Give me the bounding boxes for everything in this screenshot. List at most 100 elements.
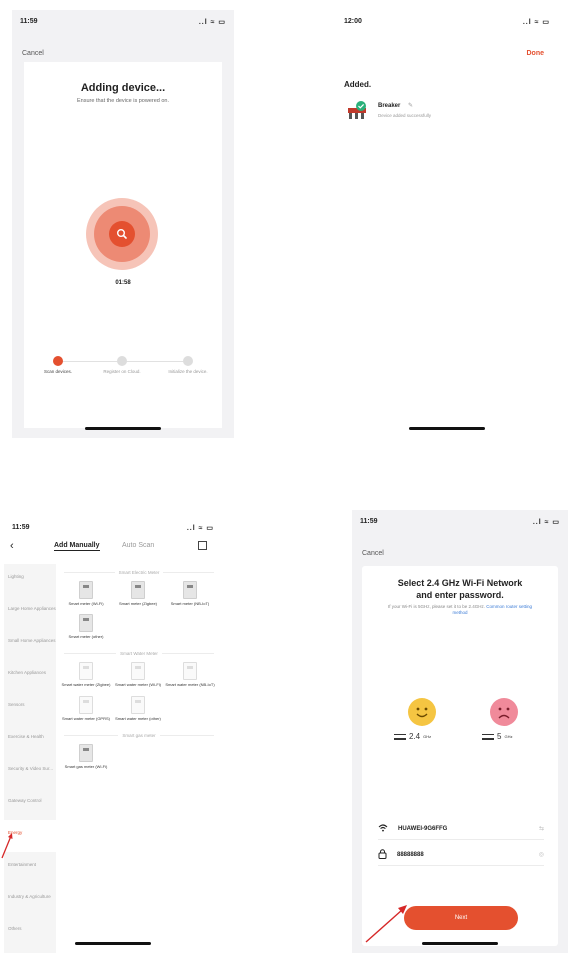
tab-auto-scan[interactable]: Auto Scan	[122, 542, 154, 549]
wifi-description: If your Wi-Fi is 5GHz, please set it to …	[387, 604, 533, 616]
screen-device-added: 12:00 ..l ≈ ▭ Done Added. Breaker ✎ Devi…	[336, 10, 558, 438]
step-dot	[183, 356, 193, 366]
page-title: Select 2.4 GHz Wi-Fi Network and enter p…	[397, 578, 523, 600]
status-icons: ..l ≈ ▭	[198, 19, 226, 26]
sidebar-item[interactable]: Kitchen Appliances	[4, 660, 56, 692]
sidebar-item[interactable]: Security & Video Sur...	[4, 756, 56, 788]
sidebar-item[interactable]: Large Home Appliances	[4, 596, 56, 628]
band-5ghz: 5 GHz	[482, 732, 512, 741]
eye-icon[interactable]: ◎	[539, 851, 544, 858]
home-indicator[interactable]	[75, 942, 151, 945]
breaker-device-icon	[346, 100, 368, 120]
sad-face-icon	[490, 698, 518, 726]
gas-meter-icon	[79, 743, 93, 762]
device-tile[interactable]: Smart meter (NB-IoT)	[164, 579, 216, 606]
happy-face-icon	[408, 698, 436, 726]
adding-card: Adding device... Ensure that the device …	[24, 62, 222, 428]
device-grid: Smart gas meter (Wi-Fi)	[60, 742, 218, 775]
device-tile[interactable]: Smart meter (Zigbee)	[112, 579, 164, 606]
status-time: 11:59	[360, 518, 378, 525]
home-indicator[interactable]	[409, 427, 485, 430]
device-tile[interactable]: Smart gas meter (Wi-Fi)	[60, 742, 112, 769]
wifi-password-field[interactable]: 88888888 ◎	[378, 844, 544, 866]
step-dot	[117, 356, 127, 366]
step-label: Register on Cloud.	[103, 369, 141, 374]
cancel-button[interactable]: Cancel	[362, 550, 384, 557]
home-indicator[interactable]	[85, 427, 161, 430]
page-title: Adding device...	[80, 82, 166, 94]
sidebar-item[interactable]: Small Home Appliances	[4, 628, 56, 660]
done-button[interactable]: Done	[527, 50, 545, 57]
device-grid: Smart water meter (Zigbee) Smart water m…	[60, 660, 218, 726]
swap-network-icon[interactable]: ⇆	[539, 825, 544, 832]
meter-icon	[79, 581, 93, 599]
section-title: Smart Electric Meter	[60, 570, 218, 575]
home-indicator[interactable]	[422, 942, 498, 945]
status-bar: 11:59 ..l ≈ ▭	[12, 10, 234, 32]
step-initialize: Initialize the device.	[166, 356, 210, 375]
device-tile[interactable]: Smart water meter (Wi-Fi)	[112, 660, 164, 687]
category-sidebar: Lighting Large Home Appliances Small Hom…	[4, 564, 56, 953]
band-24ghz: 2.4 GHz	[394, 732, 431, 741]
status-bar: 11:59 ..l ≈ ▭	[352, 510, 568, 532]
scan-qr-icon[interactable]	[198, 541, 207, 550]
screen-select-wifi: 11:59 ..l ≈ ▭ Cancel Select 2.4 GHz Wi-F…	[352, 510, 568, 953]
device-status: Device added successfully	[378, 113, 432, 118]
status-icons: ..l ≈ ▭	[522, 19, 550, 26]
status-time: 12:00	[344, 18, 362, 25]
device-tile[interactable]: Smart meter (other)	[60, 612, 112, 639]
back-chevron-icon[interactable]: ‹	[10, 540, 14, 552]
water-meter-icon	[131, 662, 145, 681]
edit-pencil-icon[interactable]: ✎	[408, 103, 413, 109]
sidebar-item[interactable]: Gateway Control	[4, 788, 56, 820]
pointer-arrow-icon	[1, 833, 13, 859]
scan-animation	[86, 198, 158, 270]
status-bar: 12:00 ..l ≈ ▭	[336, 10, 558, 32]
section-title: Smart Water Meter	[60, 651, 218, 656]
step-label: Initialize the device.	[168, 369, 208, 374]
sidebar-item[interactable]: Industry & Agriculture	[4, 884, 56, 916]
router-icon	[482, 733, 494, 740]
water-meter-icon	[183, 662, 197, 681]
step-label: Scan devices.	[43, 369, 72, 374]
device-name[interactable]: Breaker ✎	[378, 102, 413, 109]
cancel-button[interactable]: Cancel	[22, 50, 44, 57]
device-tile[interactable]: Smart water meter (NB-IoT)	[164, 660, 216, 687]
status-icons: ..l ≈ ▭	[532, 519, 560, 526]
device-tile[interactable]: Smart water meter (GPRS)	[60, 694, 112, 721]
device-tile[interactable]: Smart meter (Wi-Fi)	[60, 579, 112, 606]
router-icon	[394, 733, 406, 740]
screen-add-device: 11:59 ..l ≈ ▭ ‹ Add Manually Auto Scan L…	[4, 516, 222, 953]
device-tile[interactable]: Smart water meter (other)	[112, 694, 164, 721]
screen-adding-device: 11:59 ..l ≈ ▭ Cancel Adding device... En…	[12, 10, 234, 438]
sidebar-item[interactable]: Exercise & Health	[4, 724, 56, 756]
sidebar-item[interactable]: Lighting	[4, 564, 56, 596]
water-meter-icon	[131, 695, 145, 714]
wifi-icon	[378, 823, 388, 834]
sidebar-item[interactable]: Sensors	[4, 692, 56, 724]
page-subtitle: Ensure that the device is powered on.	[76, 98, 170, 104]
search-icon	[109, 221, 135, 247]
status-time: 11:59	[12, 524, 30, 531]
meter-icon	[131, 581, 145, 599]
wifi-card: Select 2.4 GHz Wi-Fi Network and enter p…	[362, 566, 558, 946]
page-title: Added.	[344, 80, 372, 89]
section-title: Smart gas meter	[60, 733, 218, 738]
password-value: 88888888	[397, 851, 424, 858]
ssid-value: HUAWEI-9G6FFG	[398, 825, 448, 832]
sidebar-item[interactable]: Others	[4, 916, 56, 948]
device-grid: Smart meter (Wi-Fi) Smart meter (Zigbee)…	[60, 579, 218, 645]
status-icons: ..l ≈ ▭	[186, 525, 214, 532]
next-button[interactable]: Next	[404, 906, 518, 930]
progress-steps: Scan devices. Register on Cloud. Initial…	[42, 356, 208, 396]
device-catalog: Smart Electric Meter Smart meter (Wi-Fi)…	[60, 564, 218, 953]
device-tile[interactable]: Smart water meter (Zigbee)	[60, 660, 112, 687]
step-dot	[53, 356, 63, 366]
status-time: 11:59	[20, 18, 38, 25]
tab-add-manually[interactable]: Add Manually	[54, 542, 100, 551]
countdown-timer: 01:58	[115, 280, 131, 286]
wifi-ssid-field[interactable]: HUAWEI-9G6FFG ⇆	[378, 818, 544, 840]
status-bar: 11:59 ..l ≈ ▭	[4, 516, 222, 538]
step-register: Register on Cloud.	[100, 356, 144, 375]
meter-icon	[183, 581, 197, 599]
